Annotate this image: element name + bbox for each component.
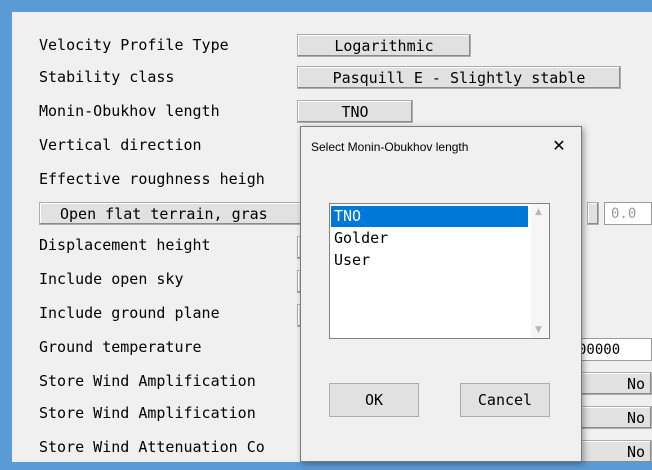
terrain-type-button[interactable]: Open flat terrain, gras (39, 202, 309, 225)
roughness-value-field[interactable]: 0.0 (604, 202, 652, 225)
store-wind-amplification-label-2: Store Wind Amplification (39, 404, 256, 422)
list-item-tno[interactable]: TNO (331, 206, 528, 227)
monin-obukhov-listbox[interactable]: TNO Golder User ▲ ▼ (329, 203, 550, 339)
scroll-up-icon[interactable]: ▲ (535, 207, 542, 217)
dialog-title: Select Monin-Obukhov length (311, 140, 469, 154)
include-ground-plane-label: Include ground plane (39, 304, 220, 322)
ok-button[interactable]: OK (329, 383, 419, 417)
scroll-down-icon[interactable]: ▼ (535, 325, 542, 335)
listbox-scrollbar[interactable]: ▲ ▼ (531, 204, 549, 338)
stability-class-label: Stability class (39, 68, 175, 86)
velocity-profile-button[interactable]: Logarithmic (297, 34, 471, 57)
cancel-button[interactable]: Cancel (460, 383, 550, 417)
list-item-user[interactable]: User (331, 250, 528, 271)
include-open-sky-label: Include open sky (39, 270, 184, 288)
select-monin-obukhov-dialog: Select Monin-Obukhov length ✕ TNO Golder… (300, 126, 582, 462)
store-wind-amplification-label-1: Store Wind Amplification (39, 372, 256, 390)
terrain-spin-button[interactable] (587, 202, 599, 225)
monin-obukhov-label: Monin-Obukhov length (39, 102, 220, 120)
store-wind-attenuation-label: Store Wind Attenuation Co (39, 438, 265, 456)
stability-class-button[interactable]: Pasquill E - Slightly stable (297, 66, 621, 89)
ground-temperature-label: Ground temperature (39, 338, 202, 356)
list-item-golder[interactable]: Golder (331, 228, 528, 249)
velocity-profile-label: Velocity Profile Type (39, 36, 229, 54)
roughness-height-label: Effective roughness heigh (39, 170, 265, 188)
vertical-direction-label: Vertical direction (39, 136, 202, 154)
close-icon[interactable]: ✕ (549, 135, 569, 155)
monin-obukhov-button[interactable]: TNO (297, 100, 413, 123)
displacement-height-label: Displacement height (39, 236, 211, 254)
